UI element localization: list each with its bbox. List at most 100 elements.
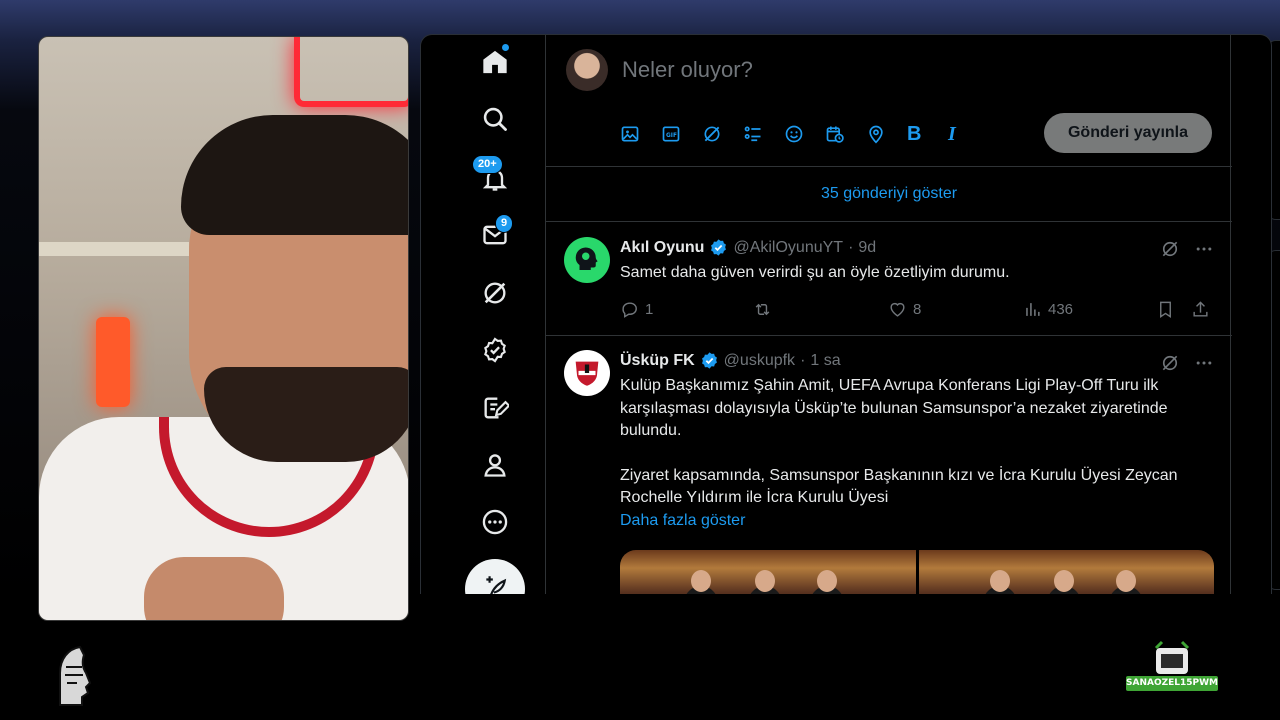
schedule-button[interactable] <box>825 119 866 149</box>
show-new-posts[interactable]: 35 gönderiyi göster <box>546 167 1232 222</box>
tweet-header: Akıl Oyunu @AkilOyunuYT · 9d <box>620 238 876 257</box>
composer-input[interactable]: Neler oluyor? <box>622 57 753 83</box>
sidebar-nav: 20+ 9 <box>421 35 545 594</box>
nav-grok[interactable] <box>471 269 519 317</box>
club-crest-icon <box>575 361 599 386</box>
verified-icon <box>711 239 727 256</box>
author-name[interactable]: Akıl Oyunu <box>620 239 704 257</box>
gif-icon: GIF <box>662 126 680 142</box>
tweet-end-actions <box>1156 300 1210 319</box>
grok-icon[interactable] <box>1160 239 1180 259</box>
nav-more[interactable] <box>471 498 519 546</box>
verified-badge-icon <box>484 337 506 363</box>
share-icon[interactable] <box>1191 300 1210 319</box>
image-icon <box>621 126 639 142</box>
head-brain-icon <box>575 247 598 270</box>
webcam-hand <box>144 557 284 620</box>
media-photo-2[interactable] <box>918 550 1214 594</box>
tweet-media[interactable] <box>620 550 1214 594</box>
views-button[interactable]: 436 <box>1023 300 1156 319</box>
search-icon <box>483 107 507 131</box>
tweet-top-actions <box>1160 239 1214 259</box>
italic-button[interactable]: I <box>948 119 989 149</box>
gif-button[interactable]: GIF <box>661 119 702 149</box>
photo-person <box>1046 570 1081 594</box>
more-horizontal-icon[interactable] <box>1194 239 1214 259</box>
nav-articles[interactable] <box>471 384 519 432</box>
photo-person <box>684 570 718 594</box>
webcam-shelf <box>39 242 189 256</box>
repost-button[interactable] <box>753 300 888 319</box>
nav-profile[interactable] <box>471 441 519 489</box>
timeline: Neler oluyor? GIF B I Gönderi yayınla 35… <box>545 35 1232 594</box>
home-new-dot <box>502 44 509 51</box>
webcam-beard <box>204 367 408 462</box>
schedule-icon <box>826 126 844 143</box>
photo-person <box>1108 570 1143 594</box>
tweet-text: Kulüp Başkanımız Şahin Amit, UEFA Avrupa… <box>620 375 1214 532</box>
reply-icon <box>622 302 637 318</box>
tweet[interactable]: Üsküp FK @uskupfk · 1 sa Kulüp Başkanımı… <box>546 336 1232 594</box>
media-button[interactable] <box>620 119 661 149</box>
nav-explore[interactable] <box>471 95 519 143</box>
tweet-header: Üsküp FK @uskupfk · 1 sa <box>620 351 841 370</box>
composer-toolbar: GIF B I <box>620 119 989 149</box>
webcam-hair <box>181 115 408 235</box>
author-name[interactable]: Üsküp FK <box>620 352 695 370</box>
emoji-icon <box>785 125 803 143</box>
verified-icon <box>701 352 717 369</box>
knight-helmet-logo <box>59 645 92 706</box>
grok-icon[interactable] <box>1160 353 1180 373</box>
repost-icon <box>755 303 770 316</box>
more-horizontal-icon[interactable] <box>1194 353 1214 373</box>
reply-button[interactable]: 1 <box>620 300 753 319</box>
tweet-avatar[interactable] <box>564 350 610 396</box>
tweet-text: Samet daha güven verirdi şu an öyle özet… <box>620 264 1010 281</box>
webcam-lamp <box>96 317 130 407</box>
nav-messages[interactable]: 9 <box>471 211 519 259</box>
more-circle-icon <box>482 509 508 535</box>
tweet-avatar[interactable] <box>564 237 610 283</box>
separator-dot: · <box>800 351 806 369</box>
webcam-neon-sign <box>294 37 408 107</box>
like-button[interactable]: 8 <box>888 300 1023 319</box>
svg-text:GIF: GIF <box>666 133 677 139</box>
nav-home[interactable] <box>471 38 519 86</box>
grok-button[interactable] <box>702 119 743 149</box>
grok-icon <box>484 282 506 304</box>
notifications-badge: 20+ <box>472 155 503 174</box>
x-window: 20+ 9 Neler oluyor? GIF B I Gönderi yayı… <box>420 34 1272 594</box>
messages-badge: 9 <box>495 214 514 233</box>
poll-button[interactable] <box>743 119 784 149</box>
location-button[interactable] <box>866 119 907 149</box>
post-button[interactable]: Gönderi yayınla <box>1044 113 1212 153</box>
media-photo-1[interactable] <box>620 550 916 594</box>
tweet-time[interactable]: 1 sa <box>810 352 840 370</box>
tweet-paragraph-2: Ziyaret kapsamında, Samsunspor Başkanını… <box>620 466 1178 507</box>
user-avatar[interactable] <box>566 49 608 91</box>
compose-article-icon <box>484 397 509 419</box>
bold-button[interactable]: B <box>907 119 948 149</box>
emoji-button[interactable] <box>784 119 825 149</box>
author-handle[interactable]: @AkilOyunuYT <box>733 239 843 257</box>
tweet[interactable]: Akıl Oyunu @AkilOyunuYT · 9d Samet daha … <box>546 222 1232 336</box>
photo-person <box>810 570 844 594</box>
separator-dot: · <box>848 238 854 256</box>
tweet-top-actions <box>1160 353 1214 373</box>
list-icon <box>744 126 761 142</box>
bookmark-icon[interactable] <box>1156 300 1175 319</box>
webcam-overlay <box>38 36 409 621</box>
show-more-link[interactable]: Daha fazla göster <box>620 510 1214 533</box>
person-icon <box>484 454 506 477</box>
photo-person <box>748 570 782 594</box>
reply-count: 1 <box>645 301 654 318</box>
heart-icon <box>890 302 905 317</box>
promo-code-label: SANAOZEL15PWM <box>1126 676 1218 691</box>
nav-verified[interactable] <box>471 326 519 374</box>
tweet-time[interactable]: 9d <box>858 239 876 257</box>
author-handle[interactable]: @uskupfk <box>724 352 795 370</box>
location-icon <box>869 125 883 144</box>
nav-notifications[interactable]: 20+ <box>471 155 519 203</box>
compose-post-button[interactable] <box>465 559 525 594</box>
